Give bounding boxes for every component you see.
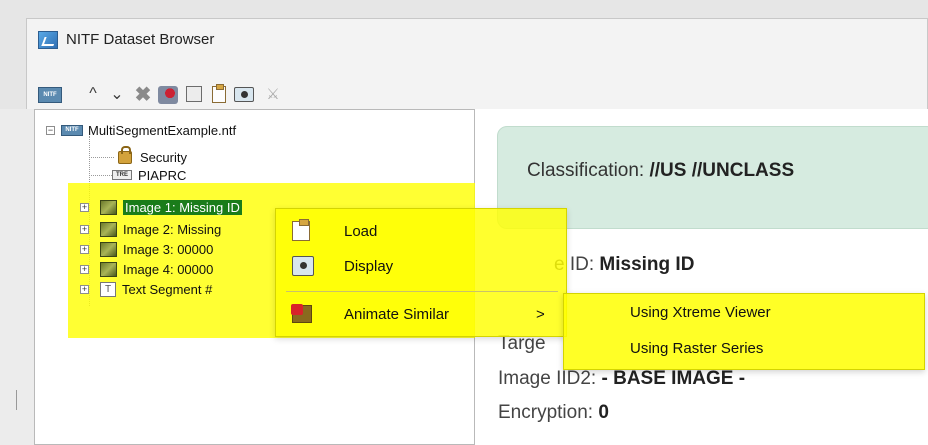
classification-label: Classification: bbox=[527, 160, 650, 181]
menu-item-label: Display bbox=[344, 257, 394, 275]
nitf-file-icon[interactable]: NITF bbox=[38, 87, 62, 103]
tree-item-image-1[interactable]: + Image 1: Missing ID bbox=[80, 198, 242, 216]
menu-item-display[interactable]: Display bbox=[276, 251, 568, 281]
chevron-down-icon[interactable]: ⌄ bbox=[106, 84, 128, 104]
frame-tick bbox=[16, 390, 17, 410]
submenu-item-raster-series[interactable]: Using Raster Series bbox=[630, 340, 763, 357]
tree-item-piaprc[interactable]: TRE PIAPRC bbox=[112, 166, 186, 184]
delete-icon[interactable]: ✖ bbox=[132, 84, 154, 106]
encryption-value: 0 bbox=[598, 402, 609, 423]
tree-item-label: PIAPRC bbox=[138, 167, 187, 183]
properties-icon[interactable] bbox=[186, 86, 202, 102]
encryption-label: Encryption: bbox=[498, 402, 599, 423]
tree-root-label: MultiSegmentExample.ntf bbox=[88, 122, 237, 138]
nitf-app-icon bbox=[38, 31, 58, 49]
menu-item-label: Animate Similar bbox=[344, 305, 450, 323]
tree-item-label: Text Segment # bbox=[122, 281, 213, 297]
menu-item-load[interactable]: Load bbox=[276, 216, 568, 246]
classification-text: Classification: //US //UNCLASS bbox=[527, 160, 794, 182]
nitf-file-icon: NITF bbox=[61, 124, 83, 136]
context-menu: Load Display Animate Similar > bbox=[275, 208, 567, 337]
expand-icon[interactable]: + bbox=[80, 284, 89, 294]
toolbar: NITF ^ ⌄ ✖ ⚔ bbox=[26, 76, 928, 110]
tree-item-image-3[interactable]: + Image 3: 00000 bbox=[80, 240, 213, 258]
display-icon bbox=[292, 256, 314, 276]
collapse-icon[interactable]: − bbox=[46, 125, 55, 135]
image-iid2-line: Image IID2: - BASE IMAGE - bbox=[498, 368, 745, 390]
animate-submenu: Using Xtreme Viewer Using Raster Series bbox=[563, 293, 925, 370]
tre-icon: TRE bbox=[112, 170, 132, 180]
lock-icon bbox=[118, 145, 132, 164]
display-icon[interactable] bbox=[234, 87, 254, 102]
menu-item-label: Load bbox=[344, 222, 378, 240]
window-title: NITF Dataset Browser bbox=[66, 31, 215, 48]
chevron-up-icon[interactable]: ^ bbox=[82, 84, 104, 104]
tree-item-label: Image 3: 00000 bbox=[123, 241, 214, 257]
image-icon bbox=[100, 221, 117, 237]
image-icon bbox=[100, 199, 117, 215]
tree-item-text-segment[interactable]: + T Text Segment # bbox=[80, 280, 212, 298]
image-icon bbox=[100, 261, 117, 277]
expand-icon[interactable]: + bbox=[80, 264, 89, 274]
left-frame bbox=[0, 109, 34, 445]
load-icon bbox=[292, 219, 310, 241]
image-iid2-label: Image IID2: bbox=[498, 368, 602, 389]
image-iid2-value: - BASE IMAGE - bbox=[601, 368, 746, 389]
tree-connector bbox=[89, 157, 114, 158]
menu-item-animate-similar[interactable]: Animate Similar > bbox=[276, 299, 568, 329]
tree-connector bbox=[89, 175, 114, 176]
clipboard-icon[interactable] bbox=[212, 84, 226, 103]
tree-item-security[interactable]: Security bbox=[118, 145, 187, 166]
title-bar: NITF Dataset Browser bbox=[26, 18, 928, 62]
animate-icon bbox=[291, 304, 312, 323]
expand-icon[interactable]: + bbox=[80, 224, 89, 234]
submenu-arrow-icon: > bbox=[536, 305, 545, 323]
tree-item-image-4[interactable]: + Image 4: 00000 bbox=[80, 260, 213, 278]
image-id-value: Missing ID bbox=[599, 254, 695, 275]
wand-icon[interactable]: ⚔ bbox=[262, 84, 284, 104]
tree-item-image-2[interactable]: + Image 2: Missing bbox=[80, 220, 221, 238]
tree-item-label: Image 4: 00000 bbox=[123, 261, 214, 277]
menu-separator bbox=[286, 291, 558, 292]
tree-item-label: Image 2: Missing bbox=[123, 221, 222, 237]
expand-icon[interactable]: + bbox=[80, 244, 89, 254]
image-icon bbox=[100, 241, 117, 257]
text-segment-icon: T bbox=[100, 281, 116, 297]
tools-icon[interactable] bbox=[158, 86, 178, 104]
image-id-line: e ID: Missing ID bbox=[554, 254, 694, 276]
classification-value: //US //UNCLASS bbox=[649, 160, 795, 181]
tree-item-label: Security bbox=[140, 149, 187, 165]
tree-root[interactable]: − NITF MultiSegmentExample.ntf bbox=[46, 121, 236, 139]
expand-icon[interactable]: + bbox=[80, 202, 89, 212]
encryption-line: Encryption: 0 bbox=[498, 402, 609, 424]
submenu-item-xtreme-viewer[interactable]: Using Xtreme Viewer bbox=[630, 304, 771, 321]
tree-item-label: Image 1: Missing ID bbox=[123, 199, 242, 215]
